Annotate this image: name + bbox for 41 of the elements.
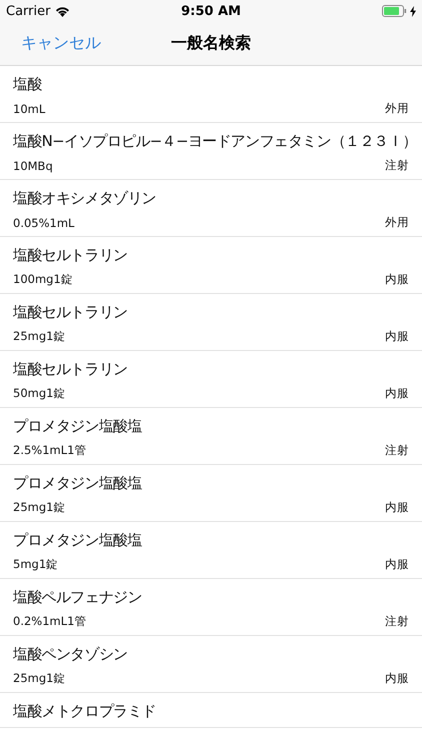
drug-name[interactable]: 塩酸ペルフェナジン xyxy=(13,587,142,607)
dosage-text: 100mg1錠 xyxy=(13,272,73,287)
drug-name[interactable]: 塩酸ペンタゾシン xyxy=(13,644,128,664)
drug-name[interactable]: プロメタジン塩酸塩 xyxy=(13,416,142,436)
dosage-text: 0.05%1mL xyxy=(13,216,74,230)
route-label: 注射 xyxy=(385,158,409,173)
drug-name[interactable]: 塩酸セルトラリン xyxy=(13,302,128,322)
drug-name[interactable]: 塩酸セルトラリン xyxy=(13,245,128,265)
route-label: 注射 xyxy=(385,614,409,629)
carrier-label: Carrier xyxy=(6,4,50,18)
route-label: 注射 xyxy=(385,443,409,458)
wifi-icon xyxy=(55,6,70,16)
dosage-text: 25mg1錠 xyxy=(13,329,66,344)
route-label: 内服 xyxy=(385,557,409,572)
charging-icon xyxy=(410,6,416,16)
route-label: 内服 xyxy=(385,671,409,686)
dosage-text: 0.2%1mL1管 xyxy=(13,614,86,629)
drug-name[interactable]: 塩酸N−イソプロピル−４−ヨードアンフェタミン（１２３Ｉ） xyxy=(13,131,417,151)
dosage-text: 25mg1錠 xyxy=(13,671,66,686)
battery-icon xyxy=(382,5,408,17)
drug-name[interactable]: プロメタジン塩酸塩 xyxy=(13,473,142,493)
drug-name[interactable]: プロメタジン塩酸塩 xyxy=(13,530,142,550)
route-label: 外用 xyxy=(385,215,409,230)
dosage-text: 5mg1錠 xyxy=(13,557,58,572)
route-label: 内服 xyxy=(385,329,409,344)
route-label: 内服 xyxy=(385,272,409,287)
route-label: 外用 xyxy=(385,101,409,116)
dosage-text: 10MBq xyxy=(13,158,53,172)
cancel-button[interactable]: キャンセル xyxy=(0,33,101,54)
screen-title: 一般名検索 xyxy=(171,33,251,54)
drug-name[interactable]: 塩酸 xyxy=(13,74,42,94)
route-label: 内服 xyxy=(385,386,409,401)
drug-name[interactable]: 塩酸オキシメタゾリン xyxy=(13,188,156,208)
dosage-text: 2.5%1mL1管 xyxy=(13,443,86,458)
dosage-text: 50mg1錠 xyxy=(13,386,66,401)
drug-name[interactable]: 塩酸メトクロプラミド xyxy=(13,701,156,721)
route-label: 内服 xyxy=(385,500,409,515)
dosage-text: 25mg1錠 xyxy=(13,500,66,515)
dosage-text: 10mL xyxy=(13,102,46,116)
clock: 9:50 AM xyxy=(181,4,241,18)
drug-name[interactable]: 塩酸セルトラリン xyxy=(13,359,128,379)
